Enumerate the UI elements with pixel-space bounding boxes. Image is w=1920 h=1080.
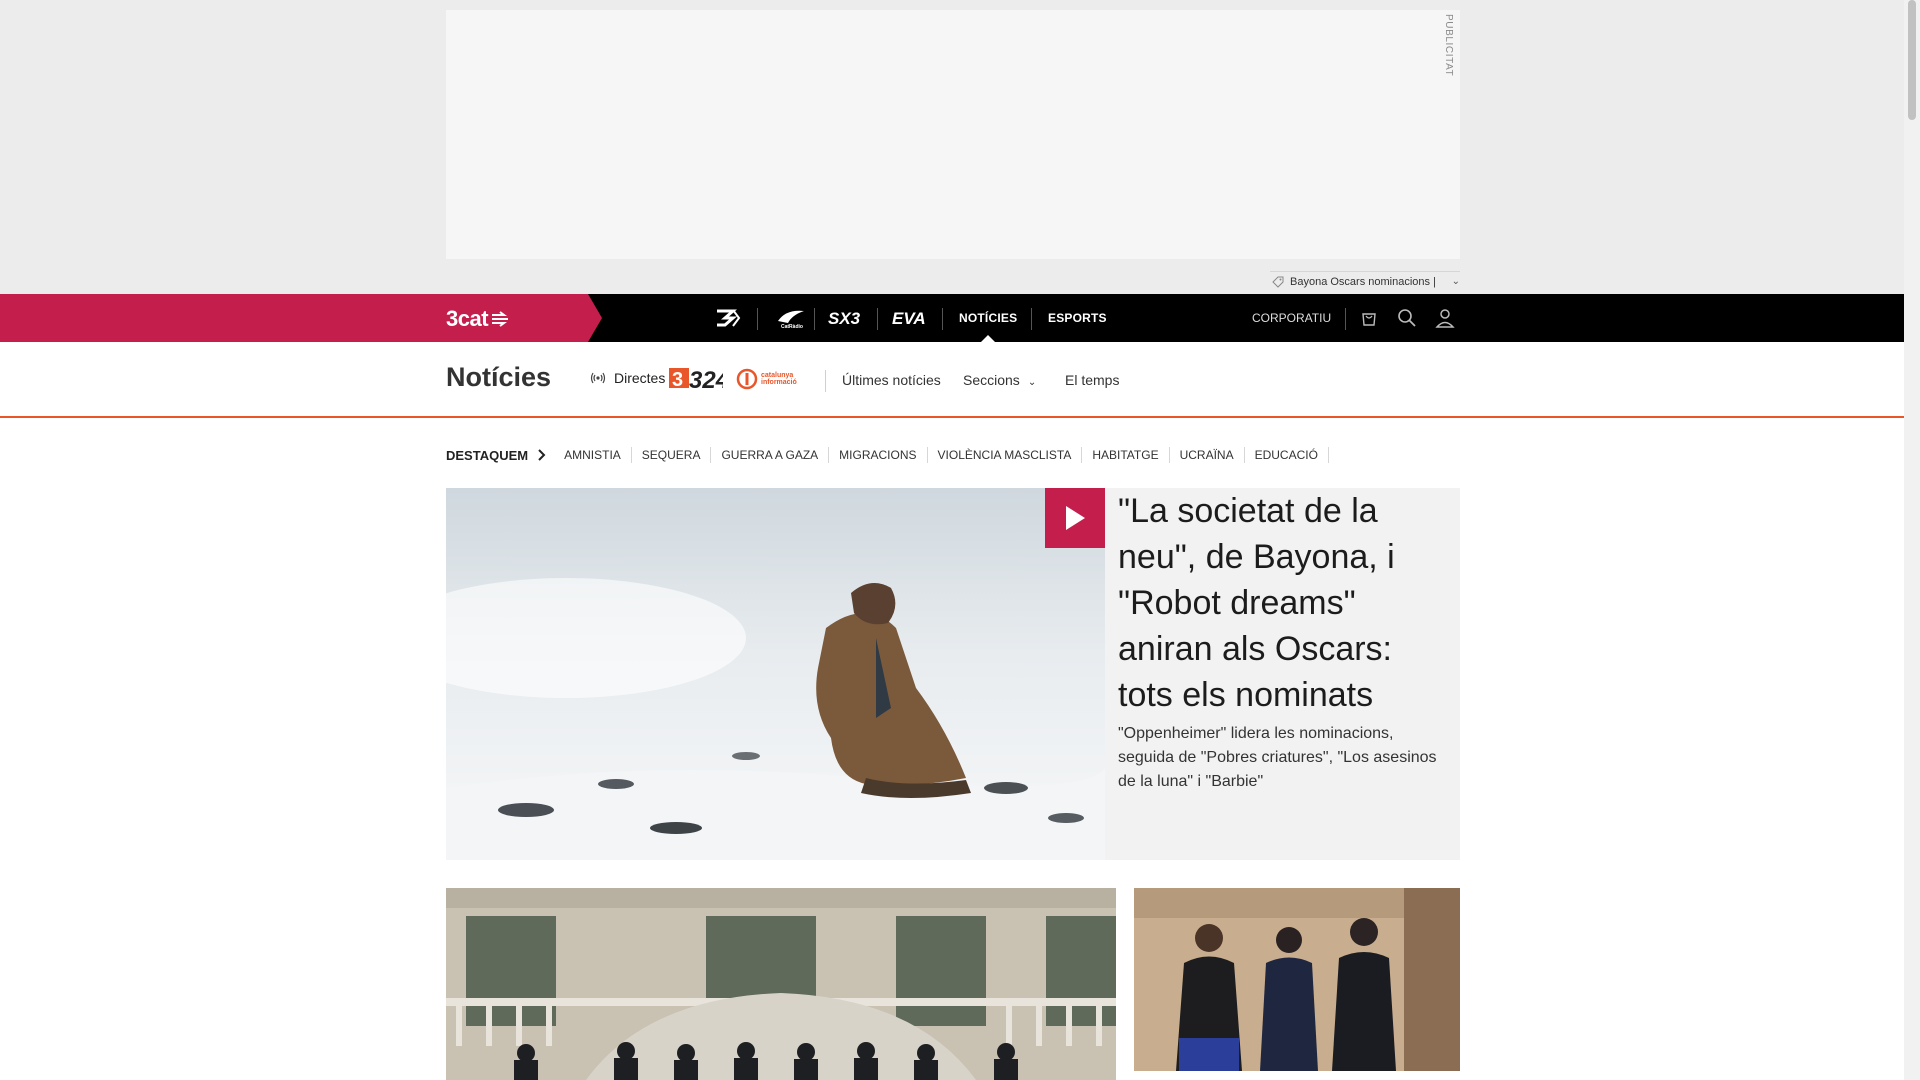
ad-banner[interactable] xyxy=(446,10,1460,259)
svg-text:EVA: EVA xyxy=(892,309,926,327)
el-temps-link[interactable]: El temps xyxy=(1065,372,1119,388)
section-header: Notícies Directes 3 324 catalunya inform… xyxy=(0,342,1904,418)
header-divider xyxy=(825,370,826,392)
ci-symbol-icon xyxy=(736,368,758,390)
channel-divider xyxy=(1031,308,1032,330)
article-card-image[interactable] xyxy=(446,888,1116,1080)
logo-text: 3cat xyxy=(446,306,489,331)
hero-headline[interactable]: "La societat de la neu", de Bayona, i "R… xyxy=(1118,488,1448,718)
nav-corporatiu[interactable]: CORPORATIU xyxy=(1252,294,1331,342)
catradio-icon[interactable]: CatRàdio xyxy=(770,294,812,342)
channel-divider xyxy=(814,308,815,330)
324-label: 324 xyxy=(689,367,723,392)
shopping-bag-icon[interactable] xyxy=(1358,307,1380,329)
topic-link[interactable]: GUERRA A GAZA xyxy=(711,447,830,463)
topic-link[interactable]: EDUCACIÓ xyxy=(1245,447,1329,463)
ci-line2: informació xyxy=(761,379,797,386)
play-icon xyxy=(1066,506,1085,530)
topic-link[interactable]: HABITATGE xyxy=(1082,447,1170,463)
chevron-down-icon: ⌄ xyxy=(1027,377,1037,388)
logo-arrow-icon xyxy=(492,311,509,327)
svg-text:SX3: SX3 xyxy=(828,309,861,327)
seccions-label: Seccions xyxy=(963,372,1020,388)
svg-text:CatRàdio: CatRàdio xyxy=(781,324,803,329)
3-channel-icon[interactable] xyxy=(710,294,746,342)
article-card-image[interactable] xyxy=(1134,888,1460,1071)
topic-link[interactable]: AMNISTIA xyxy=(554,447,632,463)
tag-icon xyxy=(1272,276,1284,288)
trending-topic[interactable]: Bayona Oscars nominacions | ⌄ xyxy=(1270,271,1460,291)
channel-divider xyxy=(877,308,878,330)
directes-link[interactable]: Directes xyxy=(590,370,665,386)
topic-link[interactable]: SEQUERA xyxy=(632,447,712,463)
live-broadcast-icon xyxy=(590,372,606,384)
channel-divider xyxy=(757,308,758,330)
eva-icon[interactable]: EVA xyxy=(890,294,930,342)
ad-zone: PUBLICITAT Bayona Oscars nominacions | ⌄ xyxy=(0,0,1904,294)
topic-link[interactable]: UCRAÏNA xyxy=(1170,447,1245,463)
page-scrollbar[interactable] xyxy=(1904,0,1920,1080)
seccions-dropdown[interactable]: Seccions ⌄ xyxy=(963,372,1036,388)
topic-link[interactable]: VIOLÈNCIA MASCLISTA xyxy=(928,447,1083,463)
sx3-icon[interactable]: SX3 xyxy=(826,294,866,342)
324-logo[interactable]: 3 324 xyxy=(669,366,729,397)
chevron-down-icon[interactable]: ⌄ xyxy=(1452,276,1460,287)
ci-line1: catalunya xyxy=(761,372,794,379)
user-icon[interactable] xyxy=(1434,307,1456,329)
channel-divider xyxy=(942,308,943,330)
section-title: Notícies xyxy=(446,362,552,392)
directes-label: Directes xyxy=(614,370,666,386)
destaquem-label: DESTAQUEM xyxy=(446,447,529,463)
main-nav: 3cat CatRàdio SX3 EVA NOTÍCIES ESPORTS C… xyxy=(0,294,1904,342)
play-button[interactable] xyxy=(1045,488,1105,548)
nav-divider xyxy=(1345,308,1346,330)
nav-noticies[interactable]: NOTÍCIES xyxy=(959,294,1017,342)
search-icon[interactable] xyxy=(1396,307,1418,329)
ad-label: PUBLICITAT xyxy=(1443,14,1454,77)
hero-article[interactable]: "La societat de la neu", de Bayona, i "R… xyxy=(446,488,1460,860)
chevron-right-icon xyxy=(538,449,546,461)
hero-summary: "Oppenheimer" lidera les nominacions, se… xyxy=(1118,725,1437,790)
topic-link[interactable]: MIGRACIONS xyxy=(829,447,928,463)
ultimes-noticies-link[interactable]: Últimes notícies xyxy=(842,372,941,388)
catalunya-informacio-logo[interactable]: catalunya informació xyxy=(736,368,797,390)
svg-text:3: 3 xyxy=(672,369,683,391)
3cat-logo[interactable]: 3cat xyxy=(446,306,512,332)
nav-esports[interactable]: ESPORTS xyxy=(1048,294,1107,342)
destaquem-link[interactable]: DESTAQUEM xyxy=(446,448,546,463)
destaquem-bar: DESTAQUEM AMNISTIA SEQUERA GUERRA A GAZA… xyxy=(446,446,1329,464)
scrollbar-thumb[interactable] xyxy=(1908,0,1916,120)
hero-image[interactable] xyxy=(446,488,1105,860)
trending-topic-label: Bayona Oscars nominacions | xyxy=(1290,275,1436,288)
